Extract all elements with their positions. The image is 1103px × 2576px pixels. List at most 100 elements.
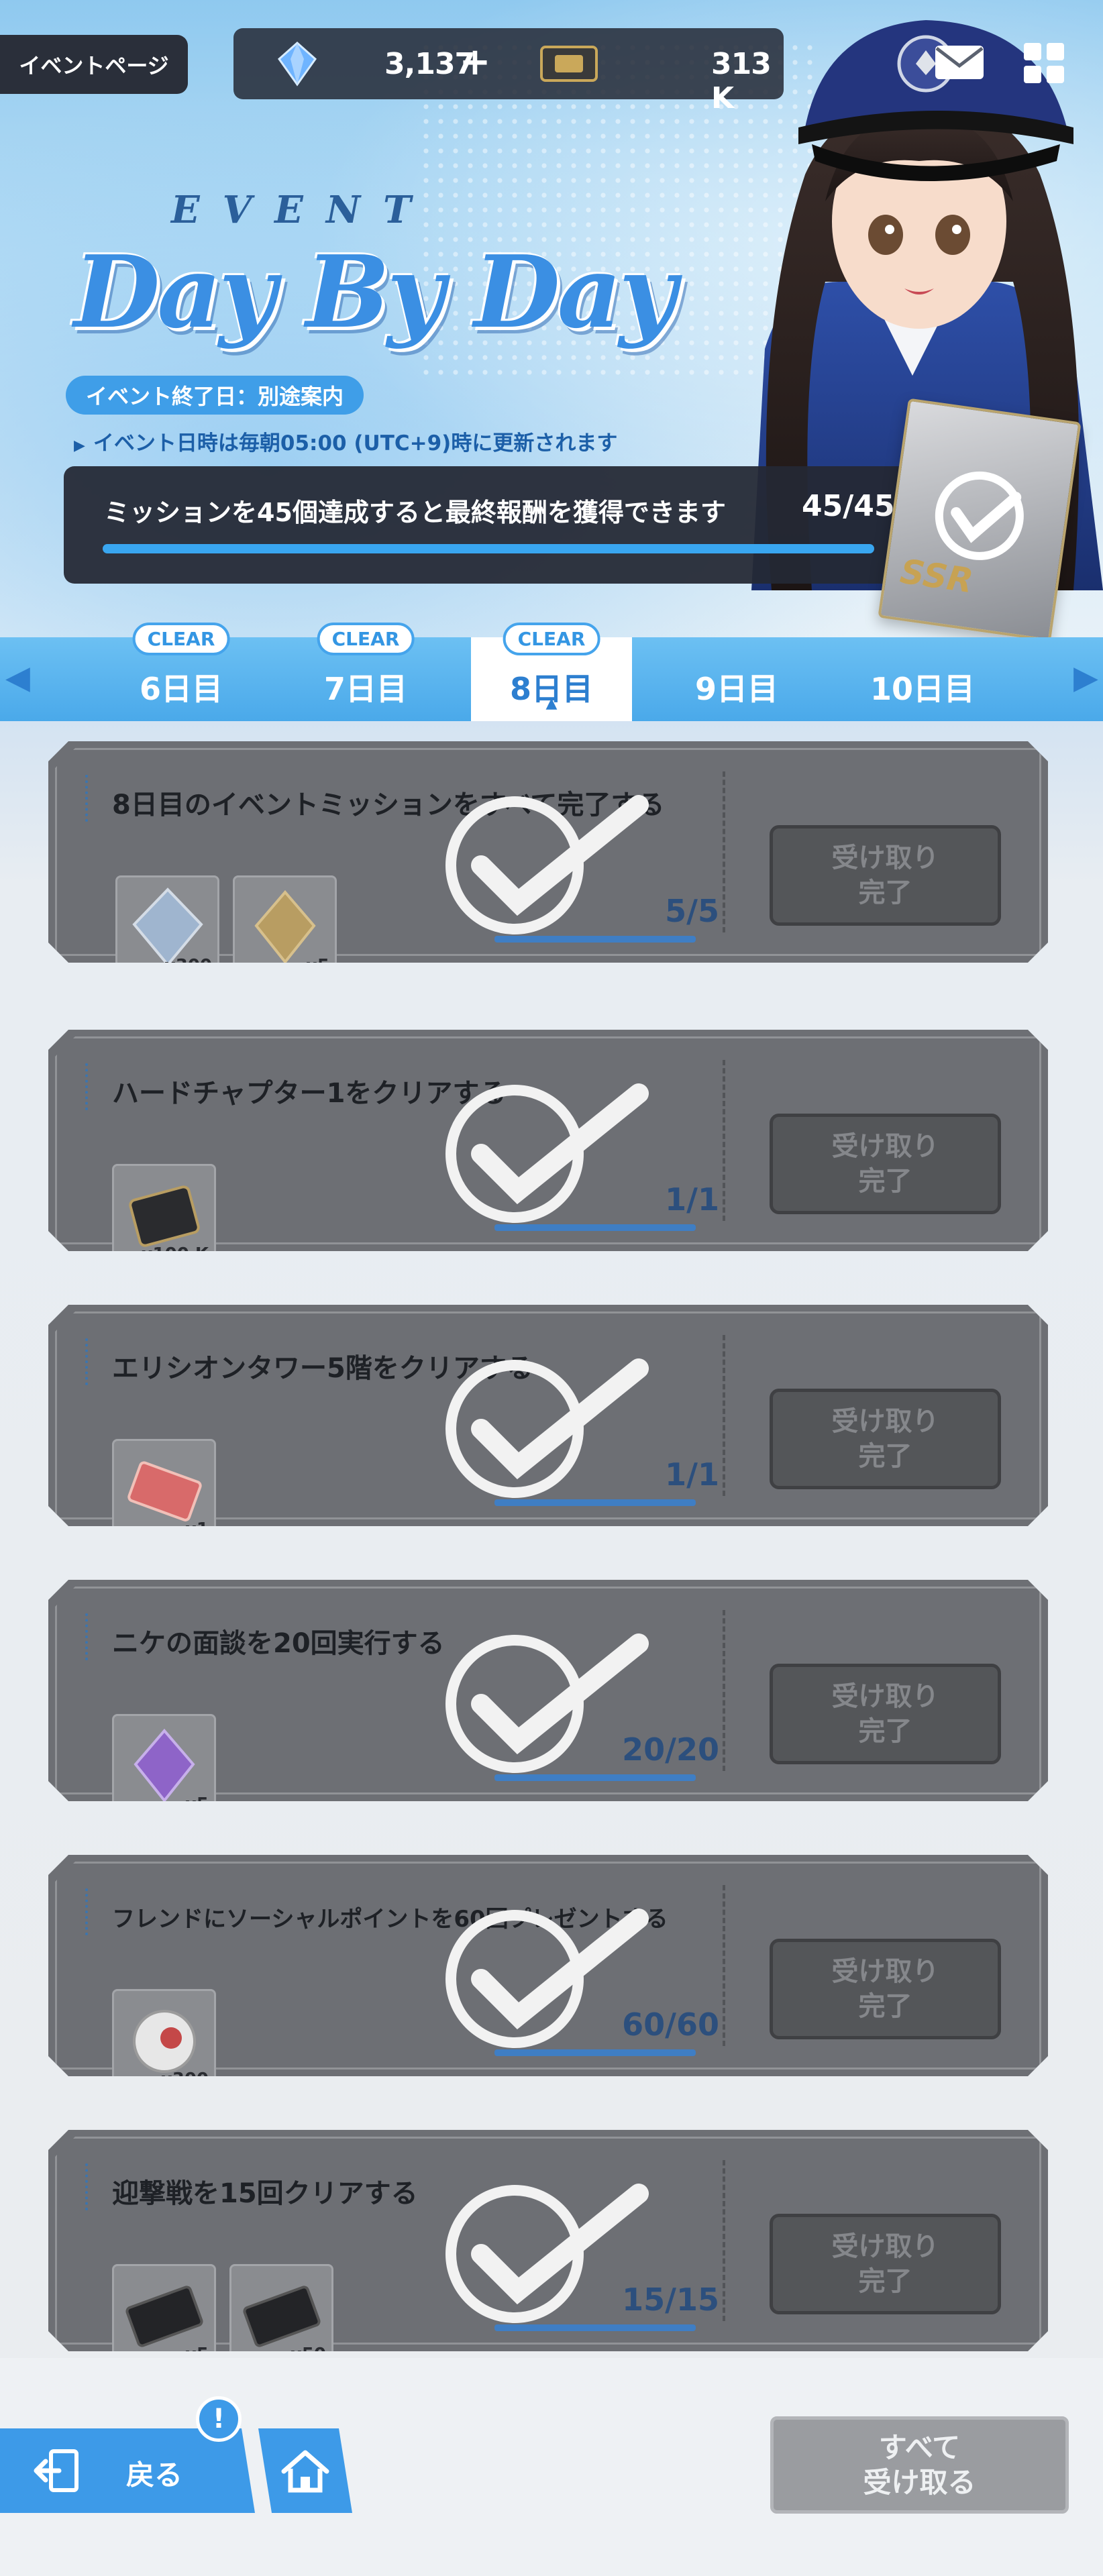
claim-button-line2: 完了 [858,1441,912,1472]
final-reward-card[interactable]: SSR [878,398,1082,642]
mission-progress-bar [494,1774,696,1781]
tab-label: 6日目 [139,670,223,707]
claim-all-line1: すべて [878,2430,961,2464]
reward-qty: x5 [185,1794,209,1815]
tab-day-6[interactable]: CLEAR 6日目 [101,623,262,721]
mission-progress: 15/15 [612,2282,719,2318]
tab-clear-badge: CLEAR [132,623,230,655]
claim-all-button[interactable]: すべて 受け取る [770,2416,1069,2514]
claim-button-line1: 受け取り [831,1956,939,1987]
tab-day-7[interactable]: CLEAR 7日目 [285,623,446,721]
mission-goal-progress-fill [103,544,874,553]
card-divider [723,1335,725,1496]
mission-list[interactable]: 8日目のイベントミッションをすべて完了する x300 x5 5/5 受け取り 完… [0,721,1103,2358]
tab-clear-badge: CLEAR [317,623,415,655]
rarity-strip [114,1811,214,1816]
mission-card: 迎撃戦を15回クリアする x5 x50 15/15 受け取り 完了 [48,2130,1048,2351]
claim-button-line1: 受け取り [831,2231,939,2262]
claim-button-completed[interactable]: 受け取り 完了 [770,1664,1001,1764]
event-end-date: イベント終了日：別途案内 [66,376,364,415]
mission-progress: 60/60 [612,2006,719,2043]
claim-button-completed[interactable]: 受け取り 完了 [770,1389,1001,1489]
card-dots-decoration [85,1888,95,1935]
mission-progress-bar [494,1499,696,1506]
reward-qty: x100 K [141,1244,209,1265]
reward-qty: x300 [160,2070,209,2090]
reward-qty: x5 [185,2345,209,2365]
reward-purple-core[interactable]: x5 [112,1714,216,1816]
tabs-right-arrow-icon[interactable]: ▶ [1073,659,1098,696]
active-tab-indicator-icon: ▲ [545,695,558,712]
mission-title: ニケの面談を20回実行する [112,1628,445,1659]
home-button[interactable] [258,2428,352,2513]
claim-button-completed[interactable]: 受け取り 完了 [770,2214,1001,2314]
reward-gold-core[interactable]: x5 [233,875,337,977]
card-dots-decoration [85,1613,95,1660]
progress-value: 5/5 [665,893,719,929]
rarity-strip [231,2361,331,2366]
card-dots-decoration [85,2163,95,2210]
tabs-left-arrow-icon[interactable]: ◀ [5,659,30,696]
rarity-strip [235,972,335,977]
event-logo: Day By Day [74,233,677,350]
reward-credit-case[interactable]: x100 K [112,1164,216,1265]
mission-goal-count: 45/45 [802,489,895,523]
mission-goal-panel: ミッションを45個達成すると最終報酬を獲得できます 45/45 [64,466,909,584]
reward-qty: x300 [164,956,212,976]
mission-card: エリシオンタワー5階をクリアする x1 1/1 受け取り 完了 [48,1305,1048,1526]
event-page-button[interactable]: イベントページ [0,35,188,94]
claim-button-completed[interactable]: 受け取り 完了 [770,1939,1001,2039]
progress-value: 20/20 [622,1731,719,1768]
mission-card: ニケの面談を20回実行する x5 20/20 受け取り 完了 [48,1580,1048,1801]
rarity-strip [114,2361,214,2366]
claim-all-line2: 受け取る [863,2465,976,2499]
claim-button-line1: 受け取り [831,1406,939,1437]
reward-black-case[interactable]: x5 [112,2264,216,2366]
currency-bar: 3,137 + 313 K [233,28,784,115]
event-word: EVENT [171,188,434,232]
tab-label: 9日目 [694,670,778,707]
claim-button-line1: 受け取り [831,1681,939,1712]
claim-button-line1: 受け取り [831,843,939,873]
tab-label: 7日目 [323,670,407,707]
add-gems-button[interactable]: + [455,40,495,84]
menu-grid-icon[interactable] [1021,40,1067,86]
gem-icon [277,41,317,87]
mission-progress-bar [494,2324,696,2331]
card-divider [723,1885,725,2046]
credit-count: 313 K [711,47,772,115]
tab-day-8[interactable]: CLEAR 8日目 ▲ [471,623,632,721]
update-note-text: イベント日時は毎朝05:00 (UTC+9)時に更新されます [93,431,618,455]
reward-gem[interactable]: x300 [115,875,219,976]
reward-black-case[interactable]: x50 [229,2264,333,2366]
claim-button-completed[interactable]: 受け取り 完了 [770,825,1001,926]
mission-card: 8日目のイベントミッションをすべて完了する x300 x5 5/5 受け取り 完… [48,741,1048,963]
reward-qty: x50 [291,2345,326,2365]
tab-label: 10日目 [870,670,975,707]
progress-value: 15/15 [622,2282,719,2318]
tab-clear-badge: CLEAR [503,623,600,655]
back-label: 戻る [126,2459,183,2491]
card-divider [723,1060,725,1221]
card-dots-decoration [85,1338,95,1385]
home-icon [281,2450,329,2493]
progress-value: 60/60 [622,2006,719,2043]
mission-title: 迎撃戦を15回クリアする [112,2178,418,2209]
checkmark-icon [935,471,1024,560]
claim-button-line2: 完了 [858,2266,912,2297]
mission-progress-bar [494,2049,696,2056]
day-tabs: ◀ CLEAR 6日目 CLEAR 7日目 CLEAR 8日目 ▲ 9日目 10… [0,623,1103,721]
tab-day-10[interactable]: 10日目 [842,637,1003,721]
reward-social-point[interactable]: x300 [112,1989,216,2090]
mission-progress: 20/20 [612,1731,719,1768]
progress-value: 1/1 [665,1456,719,1493]
mission-progress-bar [494,1224,696,1231]
mission-card: ハードチャプター1をクリアする x100 K 1/1 受け取り 完了 [48,1030,1048,1251]
tab-day-9[interactable]: 9日目 [656,637,817,721]
mail-icon[interactable] [933,42,986,83]
claim-button-completed[interactable]: 受け取り 完了 [770,1114,1001,1214]
claim-button-line2: 完了 [858,877,912,908]
card-divider [723,1610,725,1771]
card-divider [723,771,725,932]
reward-ticket[interactable]: x1 [112,1439,216,1526]
